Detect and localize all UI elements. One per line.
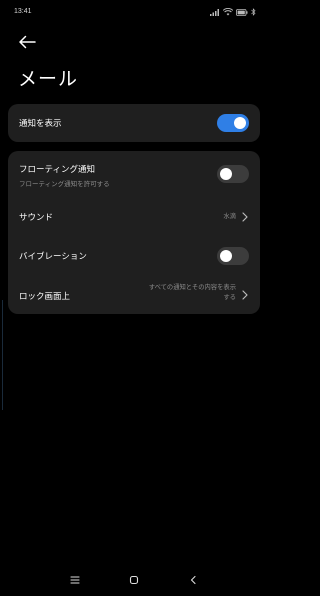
wifi-icon [223, 8, 233, 16]
menu-icon [70, 576, 80, 584]
status-icons [210, 7, 256, 17]
lockscreen-value-line1: すべての通知とその内容を表示 [148, 284, 236, 291]
chevron-right-icon [242, 290, 248, 300]
show-notifications-toggle[interactable] [217, 114, 249, 132]
vibration-row[interactable]: バイブレーション [8, 234, 260, 274]
lockscreen-value-line2: する [223, 294, 236, 301]
home-icon [129, 575, 139, 585]
signal-icon [210, 9, 219, 16]
sound-value: 水滴 [223, 213, 236, 220]
vibration-label: バイブレーション [19, 252, 87, 262]
back-nav-icon [190, 575, 196, 585]
floating-notification-toggle[interactable] [217, 165, 249, 183]
floating-notification-label: フローティング通知 [19, 165, 95, 175]
edge-divider [2, 300, 3, 410]
bluetooth-icon [251, 8, 256, 16]
back-nav-button[interactable] [185, 572, 201, 588]
show-notifications-row[interactable]: 通知を表示 [8, 104, 260, 142]
toggle-knob [234, 117, 246, 129]
toggle-knob [220, 168, 232, 180]
arrow-left-icon [19, 35, 36, 49]
lockscreen-value: すべての通知とその内容を表示 する [149, 283, 236, 303]
floating-notification-row[interactable]: フローティング通知 フローティング通知を許可する [8, 151, 260, 196]
status-bar: 13:41 [0, 0, 268, 26]
sound-row[interactable]: サウンド 水滴 [8, 196, 260, 234]
battery-icon [236, 8, 248, 16]
notification-settings-card: フローティング通知 フローティング通知を許可する サウンド 水滴 バイブレーショ… [8, 151, 260, 314]
sound-label: サウンド [19, 213, 54, 223]
navigation-bar [0, 568, 268, 592]
recent-apps-button[interactable] [67, 572, 83, 588]
toggle-knob [220, 250, 232, 262]
status-time: 13:41 [14, 8, 32, 15]
back-button[interactable] [14, 32, 40, 52]
chevron-right-icon [242, 212, 248, 222]
vibration-toggle[interactable] [217, 247, 249, 265]
lockscreen-label: ロック画面上 [19, 292, 71, 302]
show-notifications-card: 通知を表示 [8, 104, 260, 142]
show-notifications-label: 通知を表示 [19, 119, 62, 129]
floating-notification-sublabel: フローティング通知を許可する [19, 180, 110, 188]
page-title: メール [18, 68, 79, 90]
home-button[interactable] [126, 572, 142, 588]
lockscreen-row[interactable]: ロック画面上 すべての通知とその内容を表示 する [8, 274, 260, 314]
